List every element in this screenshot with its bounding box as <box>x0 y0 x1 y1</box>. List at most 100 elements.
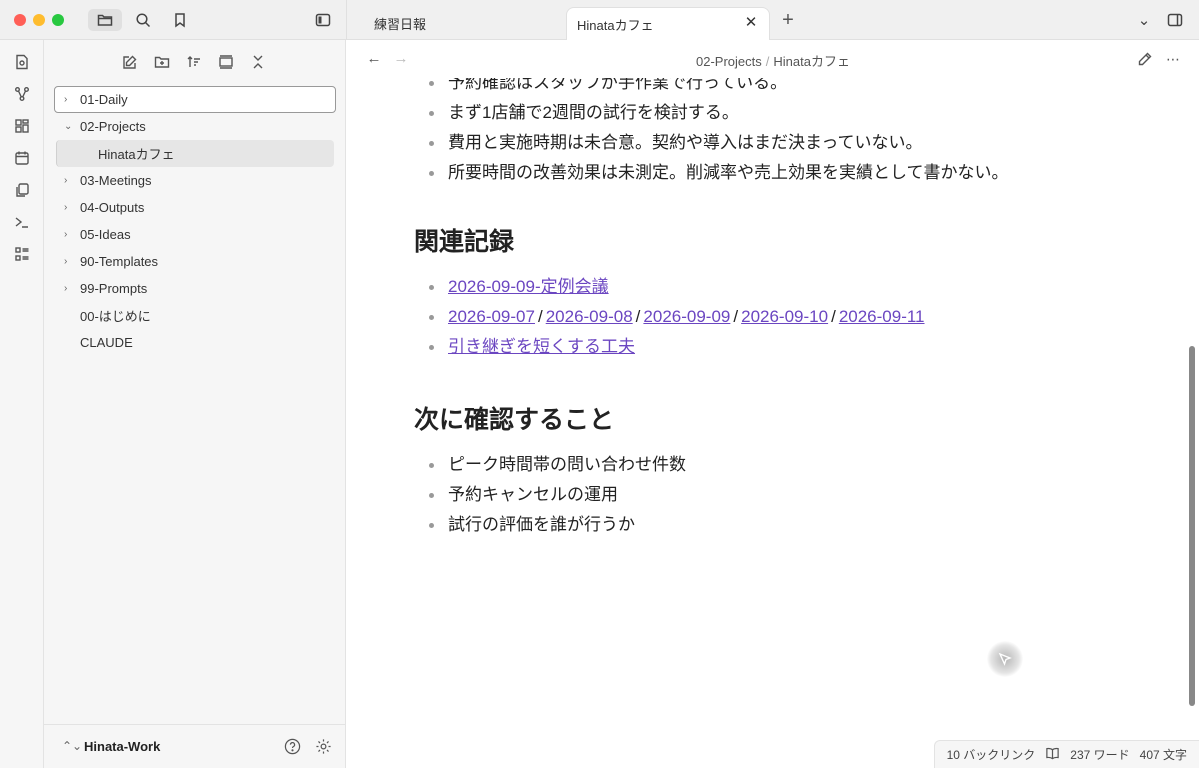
list-item: 費用と実施時期は未合意。契約や導入はまだ決まっていない。 <box>414 128 1114 158</box>
explorer-toolbar <box>120 52 268 72</box>
files-folder-icon[interactable] <box>88 9 122 31</box>
word-count: 237 ワード <box>1070 748 1130 762</box>
meeting-link[interactable]: 2026-09-09-定例会議 <box>448 277 609 296</box>
list-item: ピーク時間帯の問い合わせ件数 <box>414 450 1114 480</box>
tab-hinata-cafe[interactable]: Hinataカフェ ✕ <box>566 7 770 40</box>
terminal-icon[interactable] <box>12 212 32 232</box>
window-minimize-button[interactable] <box>33 14 45 26</box>
tab-daily-practice[interactable]: 練習日報 <box>364 7 560 40</box>
new-note-icon[interactable] <box>120 52 140 72</box>
folder-03-meetings[interactable]: › 03-Meetings <box>44 167 346 194</box>
bookmark-icon[interactable] <box>169 9 191 31</box>
folder-02-projects[interactable]: ⌄ 02-Projects <box>44 113 346 140</box>
heading-related-records: 関連記録 <box>414 228 515 256</box>
open-quick-switcher-icon[interactable] <box>12 52 32 72</box>
vault-name[interactable]: Hinata-Work <box>84 739 160 754</box>
help-icon[interactable] <box>283 737 301 755</box>
view-header: ← → 02-Projects / Hinataカフェ ⋯ <box>347 40 1199 78</box>
chevron-right-icon: › <box>64 283 68 294</box>
list-item: 予約確認はスタッフが手作業で行っている。 <box>414 78 1114 98</box>
file-label: CLAUDE <box>80 335 133 350</box>
left-ribbon <box>0 40 44 768</box>
folder-label: 03-Meetings <box>80 173 152 188</box>
new-tab-icon[interactable]: + <box>778 10 798 30</box>
auto-reveal-icon[interactable] <box>216 52 236 72</box>
folder-90-templates[interactable]: › 90-Templates <box>44 248 346 275</box>
folder-label: 99-Prompts <box>80 281 148 296</box>
breadcrumb-folder[interactable]: 02-Projects <box>696 54 762 69</box>
new-folder-icon[interactable] <box>152 52 172 72</box>
mouse-pointer-icon <box>987 641 1023 677</box>
right-sidebar-toggle-icon[interactable] <box>1164 9 1186 31</box>
settings-gear-icon[interactable] <box>314 737 332 755</box>
folder-04-outputs[interactable]: › 04-Outputs <box>44 194 346 221</box>
vertical-scrollbar[interactable] <box>1189 346 1195 706</box>
chevron-right-icon: › <box>64 229 68 240</box>
graph-view-icon[interactable] <box>12 84 32 104</box>
window-close-button[interactable] <box>14 14 26 26</box>
link-separator: / <box>733 307 739 326</box>
chevron-right-icon: › <box>64 202 68 213</box>
file-tree: › 01-Daily ⌄ 02-Projects Hinataカフェ › 03-… <box>44 86 346 356</box>
chevron-down-icon: ⌄ <box>64 121 73 132</box>
calendar-icon[interactable] <box>12 148 32 168</box>
outline-list-icon[interactable] <box>12 244 32 264</box>
folder-label: 90-Templates <box>80 254 159 269</box>
title-bar: 練習日報 Hinataカフェ ✕ + ⌄ <box>0 0 1199 40</box>
daily-link[interactable]: 2026-09-09 <box>643 307 730 326</box>
note-body: 予約確認はスタッフが手作業で行っている。 まず1店舗で2週間の試行を検討する。 … <box>414 78 1114 540</box>
window-zoom-button[interactable] <box>52 14 64 26</box>
search-icon[interactable] <box>132 9 154 31</box>
list-item: 試行の評価を誰が行うか <box>414 510 1114 540</box>
templates-copy-icon[interactable] <box>12 180 32 200</box>
tab-label: 練習日報 <box>374 17 427 32</box>
chevron-right-icon: › <box>64 256 68 267</box>
folder-label: 02-Projects <box>80 119 146 134</box>
list-item: 所要時間の改善効果は未測定。削減率や売上効果を実績として書かない。 <box>414 158 1114 188</box>
vault-switch-icon[interactable]: ⌃⌄ <box>62 739 82 753</box>
tab-close-icon[interactable]: ✕ <box>743 15 759 31</box>
tab-list-chevron-icon[interactable]: ⌄ <box>1133 9 1155 31</box>
sidebar-toggle-icon[interactable] <box>312 9 334 31</box>
next-checks-list: ピーク時間帯の問い合わせ件数 予約キャンセルの運用 試行の評価を誰が行うか <box>414 450 1114 540</box>
folder-99-prompts[interactable]: › 99-Prompts <box>44 275 346 302</box>
file-00-hajimeni[interactable]: 00-はじめに <box>44 302 346 329</box>
sort-order-icon[interactable] <box>184 52 204 72</box>
file-explorer: › 01-Daily ⌄ 02-Projects Hinataカフェ › 03-… <box>44 40 346 768</box>
folder-01-daily[interactable]: › 01-Daily <box>54 86 336 113</box>
breadcrumb-separator: / <box>765 54 770 69</box>
tip-link[interactable]: 引き継ぎを短くする工夫 <box>448 337 635 356</box>
char-count: 407 文字 <box>1139 748 1187 762</box>
daily-link[interactable]: 2026-09-10 <box>741 307 828 326</box>
folder-05-ideas[interactable]: › 05-Ideas <box>44 221 346 248</box>
file-hinata-cafe[interactable]: Hinataカフェ <box>56 140 334 167</box>
list-item: 2026-09-07/2026-09-08/2026-09-09/2026-09… <box>414 302 1114 332</box>
daily-link[interactable]: 2026-09-07 <box>448 307 535 326</box>
more-options-icon[interactable]: ⋯ <box>1163 49 1183 69</box>
sidebar-header-divider <box>346 0 347 40</box>
reading-mode-book-icon[interactable] <box>1045 746 1060 764</box>
related-list: 2026-09-09-定例会議 2026-09-07/2026-09-08/20… <box>414 272 1114 362</box>
edit-pencil-icon[interactable] <box>1135 49 1155 69</box>
link-separator: / <box>537 307 543 326</box>
link-separator: / <box>635 307 641 326</box>
daily-link[interactable]: 2026-09-08 <box>546 307 633 326</box>
collapse-all-icon[interactable] <box>248 52 268 72</box>
file-label: Hinataカフェ <box>98 147 175 162</box>
backlinks-count[interactable]: 10 バックリンク <box>947 746 1036 763</box>
chevron-right-icon: › <box>64 175 68 186</box>
editor-pane: ← → 02-Projects / Hinataカフェ ⋯ 予約確認はスタッフが手作… <box>347 40 1199 768</box>
status-bar: 10 バックリンク 237 ワード 407 文字 <box>933 740 1199 768</box>
list-item: 引き継ぎを短くする工夫 <box>414 332 1114 362</box>
canvas-icon[interactable] <box>12 116 32 136</box>
tab-label: Hinataカフェ <box>577 17 654 33</box>
breadcrumb: 02-Projects / Hinataカフェ <box>347 51 1199 70</box>
folder-label: 01-Daily <box>80 92 128 107</box>
file-claude[interactable]: CLAUDE <box>44 329 346 356</box>
breadcrumb-file[interactable]: Hinataカフェ <box>773 54 850 69</box>
list-item: 予約キャンセルの運用 <box>414 480 1114 510</box>
list-item: まず1店舗で2週間の試行を検討する。 <box>414 98 1114 128</box>
summary-list: 予約確認はスタッフが手作業で行っている。 まず1店舗で2週間の試行を検討する。 … <box>414 78 1114 188</box>
note-content: 予約確認はスタッフが手作業で行っている。 まず1店舗で2週間の試行を検討する。 … <box>347 78 1199 768</box>
daily-link[interactable]: 2026-09-11 <box>839 307 925 326</box>
